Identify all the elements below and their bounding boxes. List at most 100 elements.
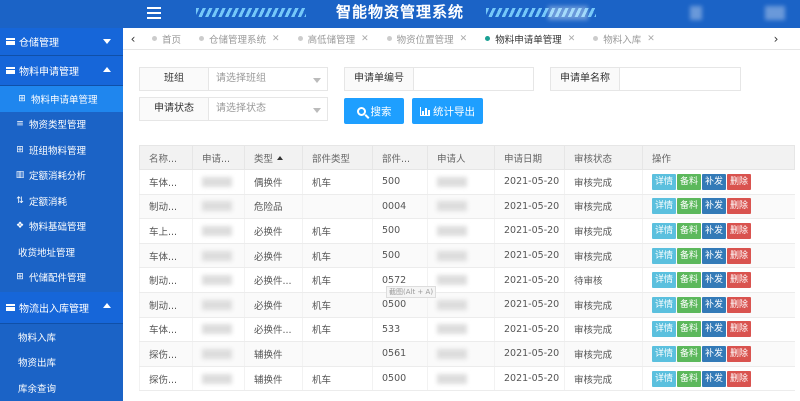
table-row[interactable]: 车体... 必换件... 机车 533 2021-05-20 审核完成 详情 备料 补发 删除 — [139, 317, 795, 343]
detail-button[interactable]: 详情 — [652, 272, 677, 289]
apply-name-input[interactable] — [619, 67, 741, 91]
sidebar-group-material-apply[interactable]: 物料申请管理 — [0, 56, 123, 86]
cell-status: 审核完成 — [564, 366, 643, 392]
delete-button[interactable]: 删除 — [727, 272, 752, 289]
detail-button[interactable]: 详情 — [652, 296, 677, 313]
table-row[interactable]: 制动... 危险品 0004 2021-05-20 审核完成 详情 备料 补发 删除 — [139, 194, 795, 220]
close-icon[interactable]: ✕ — [460, 34, 468, 44]
sidebar-item-material-in[interactable]: 物料入库 — [0, 324, 123, 350]
supply-button[interactable]: 补发 — [702, 247, 727, 264]
supply-button[interactable]: 补发 — [702, 272, 727, 289]
export-button[interactable]: 统计导出 — [412, 98, 483, 124]
prepare-button[interactable]: 备料 — [677, 370, 702, 387]
delete-button[interactable]: 删除 — [727, 345, 752, 362]
table-row[interactable]: 车体... 偶换件 机车 500 2021-05-20 审核完成 详情 备料 补发 删除 — [139, 169, 795, 195]
table-row[interactable]: 探伤... 辅换件 0561 2021-05-20 审核完成 详情 备料 补发 删除 — [139, 341, 795, 367]
search-button[interactable]: 搜索 — [344, 98, 404, 124]
prepare-button[interactable]: 备料 — [677, 173, 702, 190]
col-header-name[interactable]: 名称... — [139, 145, 193, 170]
prepare-button[interactable]: 备料 — [677, 247, 702, 264]
supply-button[interactable]: 补发 — [702, 296, 727, 313]
prepare-button[interactable]: 备料 — [677, 296, 702, 313]
cell-type: 辅换件 — [244, 341, 303, 367]
col-header-ops: 操作 — [642, 145, 795, 170]
supply-button[interactable]: 补发 — [702, 345, 727, 362]
supply-button[interactable]: 补发 — [702, 321, 727, 338]
tab-high-low-storage[interactable]: 高低储管理 ✕ — [289, 28, 378, 50]
col-header-part-type[interactable]: 部件类型 — [302, 145, 373, 170]
sidebar-item-material-out[interactable]: 物资出库 — [0, 350, 123, 376]
supply-button[interactable]: 补发 — [702, 222, 727, 239]
tab-label: 高低储管理 — [307, 34, 356, 46]
tab-home[interactable]: 首页 — [143, 28, 190, 50]
sidebar-item-material-type[interactable]: ≡ 物资类型管理 — [0, 112, 123, 138]
tab-material-in[interactable]: 物料入库 ✕ — [584, 28, 664, 50]
col-header-apply[interactable]: 申请... — [192, 145, 245, 170]
delete-button[interactable]: 删除 — [727, 173, 752, 190]
sidebar-group-logistics[interactable]: 物流出入库管理 — [0, 292, 123, 324]
table-row[interactable]: 车体... 必换件 机车 500 2021-05-20 审核完成 详情 备料 补发 删除 — [139, 243, 795, 269]
cell-applicant-masked — [427, 341, 495, 367]
detail-button[interactable]: 详情 — [652, 370, 677, 387]
cell-date: 2021-05-20 — [494, 366, 565, 392]
tab-material-apply-form[interactable]: 物料申请单管理 ✕ — [476, 28, 584, 50]
sidebar-item-quota-consumption[interactable]: ⇅ 定额消耗 — [0, 188, 123, 214]
export-button-label: 统计导出 — [433, 105, 475, 118]
apply-number-input[interactable] — [413, 67, 534, 91]
col-header-type[interactable]: 类型 — [244, 145, 303, 170]
col-header-label: 名称... — [149, 153, 178, 165]
delete-button[interactable]: 删除 — [727, 247, 752, 264]
close-icon[interactable]: ✕ — [272, 34, 280, 44]
delete-button[interactable]: 删除 — [727, 370, 752, 387]
prepare-button[interactable]: 备料 — [677, 198, 702, 215]
prepare-button[interactable]: 备料 — [677, 222, 702, 239]
status-select[interactable]: 请选择状态 — [208, 97, 328, 121]
col-header-status[interactable]: 审核状态 — [564, 145, 643, 170]
close-icon[interactable]: ✕ — [361, 34, 369, 44]
detail-button[interactable]: 详情 — [652, 321, 677, 338]
table-row[interactable]: 车上... 必换件 机车 500 2021-05-20 审核完成 详情 备料 补发 删除 — [139, 218, 795, 244]
cell-ops: 详情 备料 补发 删除 — [642, 267, 795, 293]
sidebar-item-stock-query[interactable]: 库余查询 — [0, 375, 123, 401]
sidebar-item-label: 物资出库 — [18, 358, 57, 370]
delete-button[interactable]: 删除 — [727, 296, 752, 313]
cell-applicant-masked — [427, 243, 495, 269]
supply-button[interactable]: 补发 — [702, 198, 727, 215]
tab-material-location[interactable]: 物资位置管理 ✕ — [378, 28, 477, 50]
delete-button[interactable]: 删除 — [727, 222, 752, 239]
detail-button[interactable]: 详情 — [652, 222, 677, 239]
delete-button[interactable]: 删除 — [727, 321, 752, 338]
tab-scroll-right-icon[interactable]: › — [766, 32, 786, 46]
sidebar-group-warehouse[interactable]: 仓储管理 — [0, 28, 123, 56]
prepare-button[interactable]: 备料 — [677, 321, 702, 338]
col-header-date[interactable]: 申请日期 — [494, 145, 565, 170]
sort-icon[interactable] — [277, 155, 284, 160]
cell-part-type: 机车 — [302, 366, 373, 392]
team-select[interactable]: 请选择班组 — [208, 67, 328, 91]
col-header-applicant[interactable]: 申请人 — [427, 145, 495, 170]
sidebar-item-apply-form[interactable]: ⊞ 物料申请单管理 — [0, 86, 123, 112]
tab-warehouse-system[interactable]: 仓储管理系统 ✕ — [190, 28, 289, 50]
detail-button[interactable]: 详情 — [652, 173, 677, 190]
sidebar-item-address[interactable]: 收货地址管理 — [0, 239, 123, 265]
prepare-button[interactable]: 备料 — [677, 272, 702, 289]
cell-type: 必换件 — [244, 243, 303, 269]
delete-button[interactable]: 删除 — [727, 198, 752, 215]
close-icon[interactable]: ✕ — [647, 34, 655, 44]
prepare-button[interactable]: 备料 — [677, 345, 702, 362]
tab-scroll-left-icon[interactable]: ‹ — [123, 32, 143, 46]
close-icon[interactable]: ✕ — [568, 34, 576, 44]
sidebar-item-team-material[interactable]: ⊞ 班组物料管理 — [0, 137, 123, 163]
detail-button[interactable]: 详情 — [652, 247, 677, 264]
table-row[interactable]: 制动... 必换件... 机车 0572 2021-05-20 待审核 详情 备料 补发 删除 — [139, 267, 795, 293]
detail-button[interactable]: 详情 — [652, 345, 677, 362]
supply-button[interactable]: 补发 — [702, 173, 727, 190]
supply-button[interactable]: 补发 — [702, 370, 727, 387]
col-header-part[interactable]: 部件... — [372, 145, 428, 170]
table-row[interactable]: 探伤... 辅换件 机车 0500 2021-05-20 审核完成 详情 备料 补发 删除 — [139, 366, 795, 392]
sidebar-item-material-base[interactable]: ❖ 物料基础管理 — [0, 214, 123, 240]
table-row[interactable]: 制动... 必换件 机车 0500 2021-05-20 审核完成 详情 备料 补发 删除 — [139, 292, 795, 318]
sidebar-item-consign-parts[interactable]: ⊞ 代储配件管理 — [0, 265, 123, 291]
sidebar-item-quota-analysis[interactable]: ▥ 定额消耗分析 — [0, 163, 123, 189]
detail-button[interactable]: 详情 — [652, 198, 677, 215]
